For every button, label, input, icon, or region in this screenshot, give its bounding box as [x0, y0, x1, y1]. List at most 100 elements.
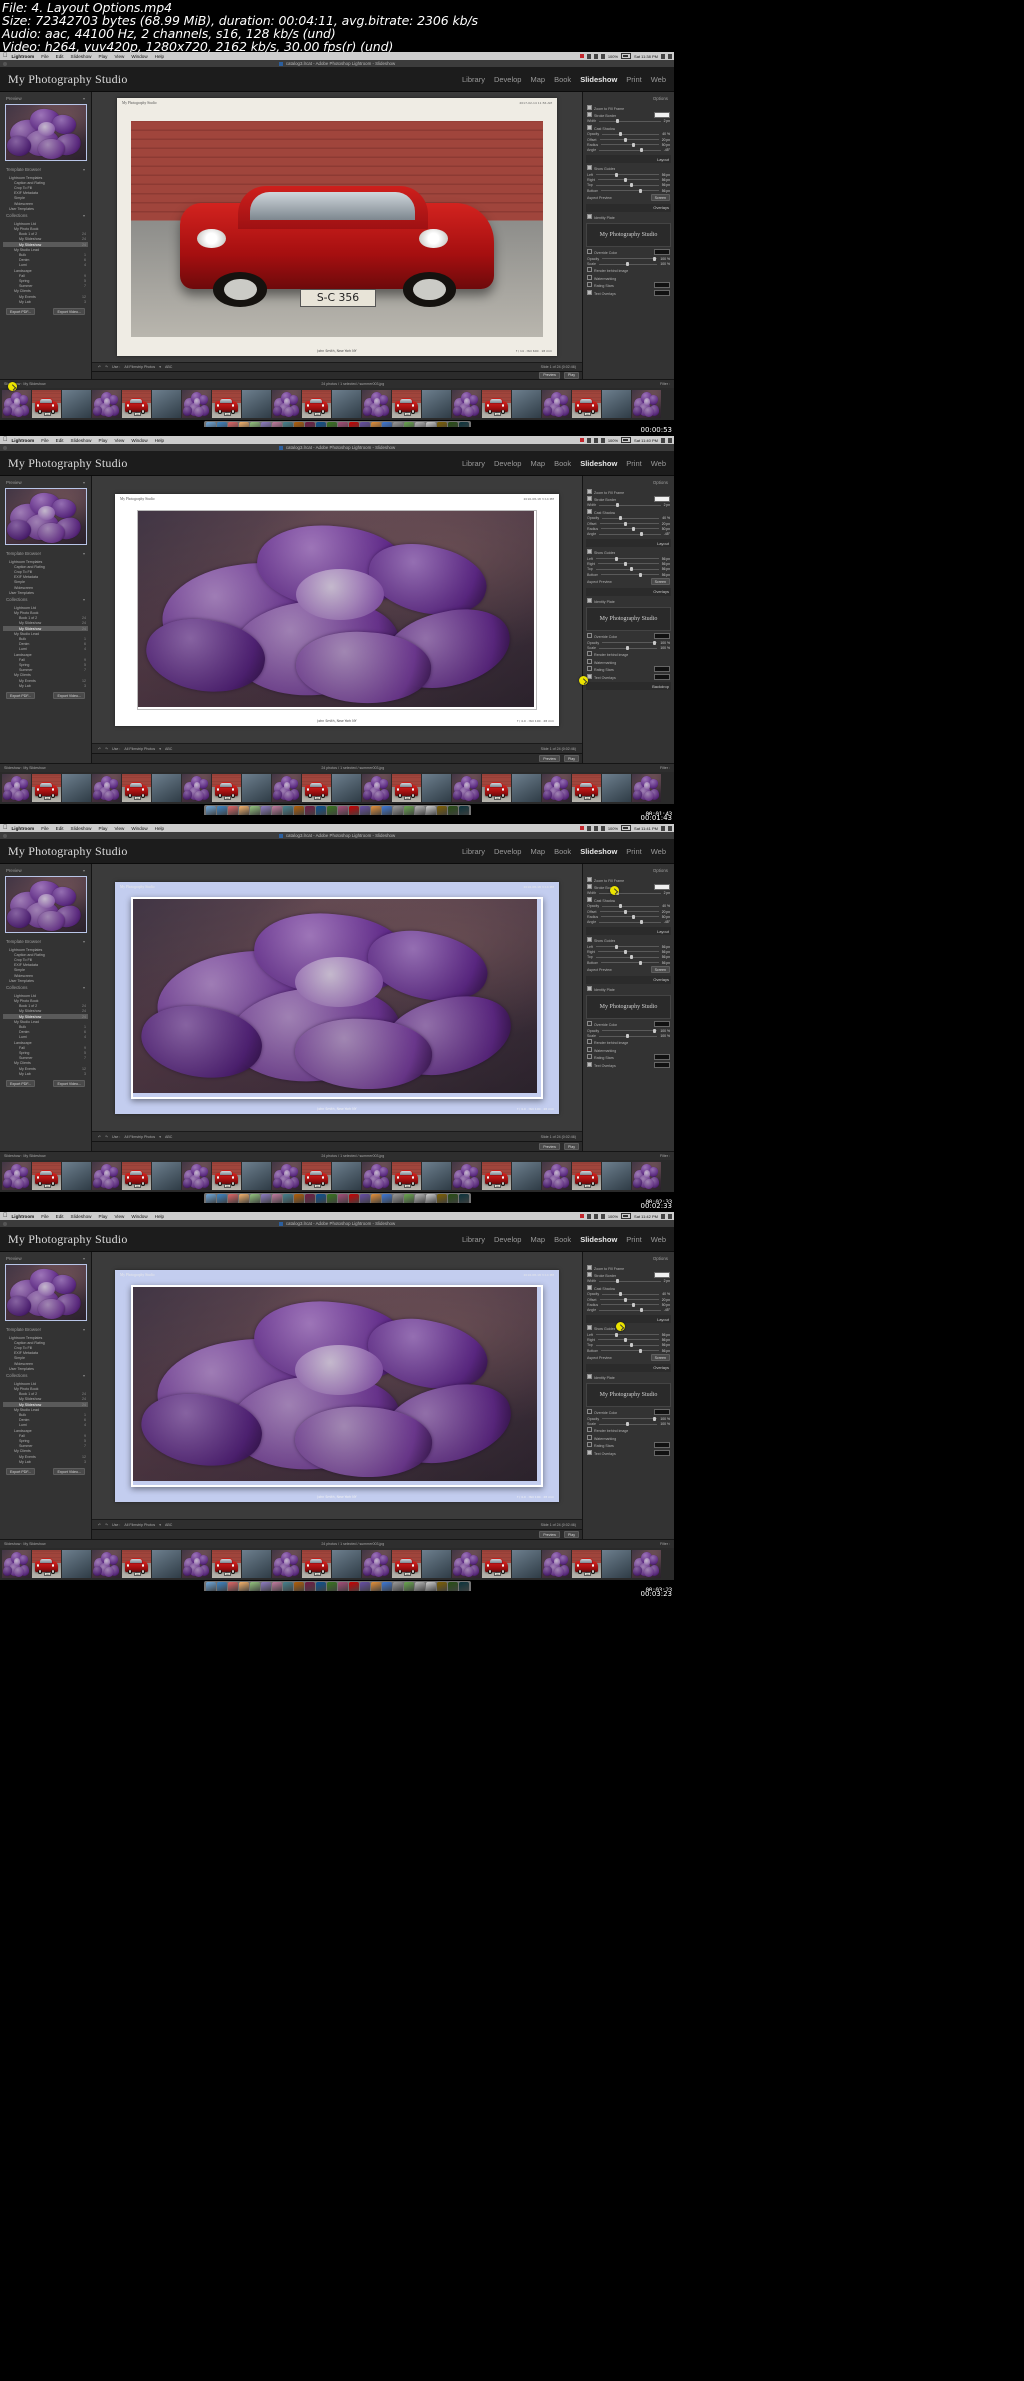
chevron-down-icon[interactable]: ▾: [159, 1135, 161, 1139]
dock-icon[interactable]: [326, 806, 337, 815]
rating-stars-color-swatch[interactable]: [654, 666, 670, 673]
dock-icon[interactable]: [425, 1582, 436, 1591]
checkbox-icon[interactable]: [587, 1434, 592, 1440]
checkbox-icon[interactable]: [587, 508, 592, 514]
export-pdf-button[interactable]: Export PDF...: [6, 692, 36, 700]
checkbox-icon[interactable]: [587, 249, 592, 255]
text-overlays-color-swatch[interactable]: [654, 289, 670, 296]
template-browser-header[interactable]: Template Browser ▾: [3, 1325, 88, 1333]
checkbox-icon[interactable]: [587, 985, 592, 991]
zoom-to-fill-row[interactable]: Zoom to Fill Frame: [586, 1264, 671, 1271]
export-video-button[interactable]: Export Video...: [53, 1080, 85, 1088]
checkbox-icon[interactable]: [587, 274, 592, 280]
filmstrip-thumbnail[interactable]: [632, 390, 661, 418]
show-guides-row[interactable]: Show Guides: [586, 937, 671, 944]
shadow-row-angle[interactable]: Angle -45°: [586, 1308, 671, 1313]
preview-panel-header[interactable]: Preview ▾: [3, 1254, 88, 1262]
stroke-width-slider[interactable]: [599, 891, 661, 896]
dock-icon[interactable]: [238, 1194, 249, 1203]
layout-slider[interactable]: [596, 944, 659, 949]
checkbox-icon[interactable]: [587, 658, 592, 664]
collections-panel-header[interactable]: Collections ▾: [3, 983, 88, 991]
text-overlays-row[interactable]: Text Overlays: [586, 673, 671, 680]
filmstrip-thumbnail[interactable]: [632, 774, 661, 802]
dock-icon[interactable]: [216, 1194, 227, 1203]
filmstrip-thumbnail[interactable]: S-C 356: [302, 1162, 331, 1190]
filmstrip-thumbnail[interactable]: [422, 1162, 451, 1190]
module-slideshow[interactable]: Slideshow: [580, 847, 617, 856]
rating-stars-row[interactable]: Rating Stars: [586, 1054, 671, 1061]
collection-item[interactable]: My Lab 3: [3, 1459, 88, 1464]
collection-item[interactable]: My Lab 3: [3, 1071, 88, 1076]
aspect-preview-row[interactable]: Aspect Preview Screen: [586, 965, 671, 974]
export-pdf-button[interactable]: Export PDF...: [6, 1468, 36, 1476]
slide-editor-canvas[interactable]: My Photography Studio 2016-08-18 3:14 PM…: [92, 1252, 582, 1519]
filmstrip-thumbnail[interactable]: [512, 1162, 541, 1190]
filmstrip-thumbnail[interactable]: [332, 774, 361, 802]
shadow-slider[interactable]: [599, 909, 659, 914]
checkbox-icon[interactable]: [587, 884, 592, 890]
sort-order-label[interactable]: ABC: [165, 1135, 172, 1139]
dock-icon[interactable]: [348, 806, 359, 815]
layout-slider[interactable]: [596, 556, 659, 561]
checkbox-icon[interactable]: [587, 488, 592, 494]
menu-item-lightroom[interactable]: Lightroom: [12, 438, 35, 443]
filmstrip-thumbnail[interactable]: [452, 1162, 481, 1190]
filmstrip-thumbnail[interactable]: [452, 1550, 481, 1578]
dock-icon[interactable]: [205, 806, 216, 815]
chevron-down-icon[interactable]: ▾: [83, 939, 85, 944]
dock-icon[interactable]: [293, 1582, 304, 1591]
dock-icon[interactable]: [238, 806, 249, 815]
checkbox-icon[interactable]: [587, 876, 592, 882]
filmstrip-thumbnail[interactable]: [602, 390, 631, 418]
export-video-button[interactable]: Export Video...: [53, 308, 85, 316]
dock-icon[interactable]: [315, 1582, 326, 1591]
filmstrip-thumbnail[interactable]: [152, 390, 181, 418]
dock-icon[interactable]: [403, 1582, 414, 1591]
render-behind-row[interactable]: Render behind image: [586, 651, 671, 658]
dock-icon[interactable]: [381, 806, 392, 815]
dock-icon[interactable]: [447, 1194, 458, 1203]
chevron-down-icon[interactable]: ▾: [159, 1523, 161, 1527]
menu-item-edit[interactable]: Edit: [56, 1214, 64, 1219]
shadow-slider[interactable]: [602, 132, 660, 137]
filmstrip[interactable]: S-C 356 S-C 356 S-C 356 S-C 356 S-C 356 …: [0, 1548, 674, 1580]
dock-icon[interactable]: [370, 806, 381, 815]
rating-stars-row[interactable]: Rating Stars: [586, 666, 671, 673]
slide-car[interactable]: My Photography Studio 2017-02-14 11:56 A…: [117, 98, 557, 356]
checkbox-icon[interactable]: [587, 282, 592, 288]
dock-icon[interactable]: [359, 1582, 370, 1591]
apple-icon[interactable]: : [3, 824, 8, 832]
filmstrip-thumbnail[interactable]: [242, 390, 271, 418]
filmstrip-thumbnail[interactable]: S-C 356: [572, 1550, 601, 1578]
stroke-width-slider[interactable]: [599, 503, 661, 508]
filmstrip-thumbnail[interactable]: [272, 390, 301, 418]
dock-icon[interactable]: [249, 1194, 260, 1203]
menu-item-play[interactable]: Play: [99, 1214, 108, 1219]
checkbox-icon[interactable]: [587, 1054, 592, 1060]
dock-icon[interactable]: [436, 1582, 447, 1591]
dock-icon[interactable]: [271, 1582, 282, 1591]
dock-icon[interactable]: [293, 1194, 304, 1203]
menu-item-play[interactable]: Play: [99, 438, 108, 443]
menu-item-slideshow[interactable]: Slideshow: [71, 438, 92, 443]
play-button[interactable]: Play: [564, 1531, 579, 1538]
dock-icon[interactable]: [326, 1194, 337, 1203]
rating-stars-row[interactable]: Rating Stars: [586, 282, 671, 289]
preview-thumbnail[interactable]: [4, 104, 87, 161]
dock-icon[interactable]: [337, 1194, 348, 1203]
menu-item-lightroom[interactable]: Lightroom: [12, 54, 35, 59]
dock-icon[interactable]: [271, 1194, 282, 1203]
backdrop-section-header[interactable]: Backdrop: [586, 682, 671, 691]
filmstrip-thumbnail[interactable]: [422, 1550, 451, 1578]
stroke-border-row[interactable]: Stroke Border: [586, 1271, 671, 1279]
chevron-down-icon[interactable]: ▾: [83, 167, 85, 172]
identity-plate[interactable]: My Photography Studio: [8, 844, 128, 859]
spotlight-icon[interactable]: [661, 437, 665, 443]
battery-icon[interactable]: [621, 825, 632, 831]
photo-source-selector[interactable]: All Filmstrip Photos: [124, 747, 155, 751]
menu-item-help[interactable]: Help: [155, 826, 164, 831]
checkbox-icon[interactable]: [587, 213, 592, 219]
menu-item-view[interactable]: View: [114, 1214, 124, 1219]
filmstrip-thumbnail[interactable]: S-C 356: [392, 1550, 421, 1578]
